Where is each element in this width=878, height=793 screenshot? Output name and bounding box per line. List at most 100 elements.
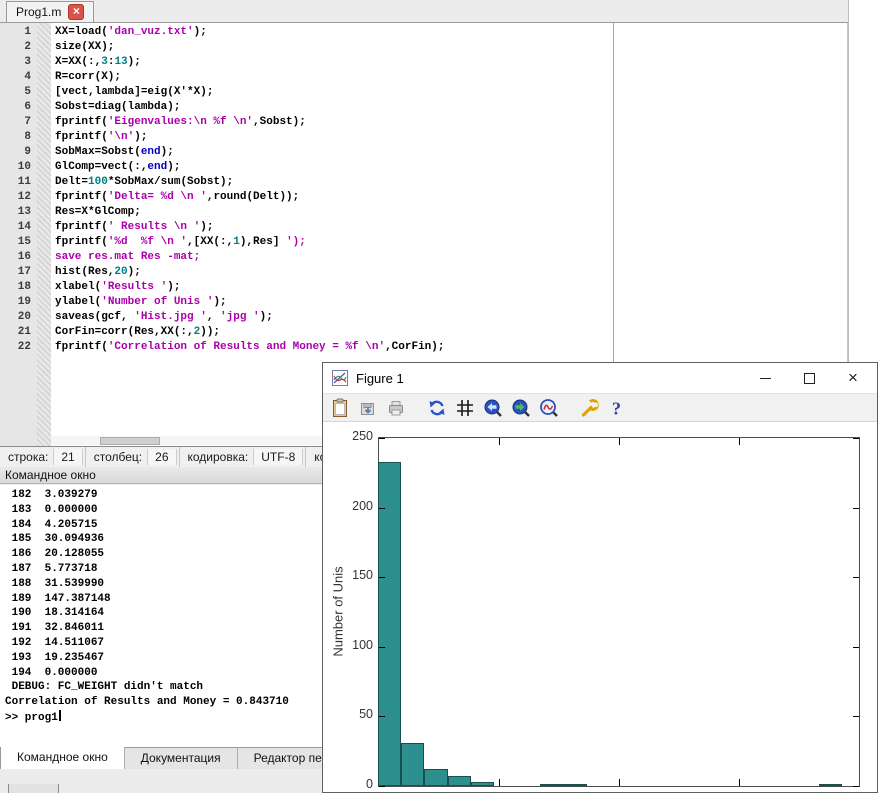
code-token: 'jpg ' bbox=[220, 311, 260, 323]
code-token: ); bbox=[260, 311, 273, 323]
save-figure-icon[interactable] bbox=[358, 398, 378, 418]
code-token: 20 bbox=[114, 266, 127, 278]
code-token: SobMax=Sobst( bbox=[55, 146, 141, 158]
line-number: 2 bbox=[0, 40, 37, 55]
panel-tab-2[interactable]: Документация bbox=[125, 748, 238, 770]
code-token: ); bbox=[213, 296, 226, 308]
grid-icon[interactable] bbox=[455, 398, 475, 418]
code-token: ); bbox=[161, 146, 174, 158]
help-icon[interactable]: ? bbox=[608, 398, 628, 418]
y-axis-tick bbox=[853, 508, 859, 509]
line-number: 19 bbox=[0, 295, 37, 310]
code-token: ); bbox=[134, 131, 147, 143]
code-token: CorFin=corr(Res,XX(:, bbox=[55, 326, 194, 338]
code-token: 'dan_vuz.txt' bbox=[108, 26, 194, 38]
x-axis-tick bbox=[619, 438, 620, 445]
editor-tab-bar: Prog1.m × bbox=[0, 0, 848, 23]
code-token: 'Delta= %d \n ' bbox=[108, 191, 207, 203]
zoom-reset-icon[interactable] bbox=[539, 398, 559, 418]
code-line: Res=X*GlComp; bbox=[55, 205, 611, 220]
resize-grip bbox=[8, 784, 59, 793]
status-label: столбец: bbox=[94, 450, 142, 464]
maximize-icon bbox=[804, 373, 815, 384]
print-icon[interactable] bbox=[386, 398, 406, 418]
histogram-bar bbox=[448, 776, 471, 786]
status-label: строка: bbox=[8, 450, 48, 464]
y-axis-tick bbox=[853, 438, 859, 439]
y-tick-label: 250 bbox=[337, 429, 373, 443]
code-token: X=XX(:, bbox=[55, 56, 101, 68]
code-line: hist(Res,20); bbox=[55, 265, 611, 280]
zoom-in-icon[interactable] bbox=[511, 398, 531, 418]
code-line: save res.mat Res -mat; bbox=[55, 250, 611, 265]
y-axis-tick bbox=[379, 786, 385, 787]
zoom-out-icon[interactable] bbox=[483, 398, 503, 418]
close-icon: × bbox=[848, 368, 858, 388]
line-number: 21 bbox=[0, 325, 37, 340]
text-cursor bbox=[59, 710, 61, 721]
code-token: R=corr(X); bbox=[55, 71, 121, 83]
code-token: end bbox=[141, 146, 161, 158]
code-token: ); bbox=[128, 56, 141, 68]
minimize-icon bbox=[760, 378, 771, 379]
status-value: 26 bbox=[147, 449, 176, 465]
y-axis-tick bbox=[853, 647, 859, 648]
code-token: fprintf( bbox=[55, 131, 108, 143]
code-token: fprintf( bbox=[55, 341, 108, 353]
code-token: GlComp=vect(:, bbox=[55, 161, 147, 173]
status-value: UTF-8 bbox=[253, 449, 303, 465]
code-line: fprintf(' Results \n '); bbox=[55, 220, 611, 235]
refresh-icon[interactable] bbox=[427, 398, 447, 418]
code-line: GlComp=vect(:,end); bbox=[55, 160, 611, 175]
tools-wrench-icon[interactable] bbox=[580, 398, 600, 418]
y-tick-label: 200 bbox=[337, 499, 373, 513]
figure-toolbar: ? bbox=[323, 393, 877, 422]
code-token: ); bbox=[128, 266, 141, 278]
code-token: ' Results \n ' bbox=[108, 221, 200, 233]
y-axis-tick bbox=[853, 786, 859, 787]
close-button[interactable]: × bbox=[831, 363, 875, 393]
line-number: 15 bbox=[0, 235, 37, 250]
code-line: fprintf('Correlation of Results and Mone… bbox=[55, 340, 611, 355]
y-axis-tick bbox=[853, 716, 859, 717]
figure-app-icon bbox=[332, 370, 348, 386]
code-line: fprintf('Delta= %d \n ',round(Delt)); bbox=[55, 190, 611, 205]
code-token: )); bbox=[200, 326, 220, 338]
figure-title: Figure 1 bbox=[356, 371, 404, 386]
clipboard-icon[interactable] bbox=[330, 398, 350, 418]
y-axis-tick bbox=[853, 577, 859, 578]
y-axis-tick bbox=[379, 647, 385, 648]
code-token: fprintf( bbox=[55, 191, 108, 203]
code-token: *SobMax/sum(Sobst); bbox=[108, 176, 233, 188]
line-number: 16 bbox=[0, 250, 37, 265]
code-token: end bbox=[147, 161, 167, 173]
figure-titlebar[interactable]: Figure 1 × bbox=[323, 363, 877, 393]
code-line: fprintf('\n'); bbox=[55, 130, 611, 145]
code-line: XX=load('dan_vuz.txt'); bbox=[55, 25, 611, 40]
maximize-button[interactable] bbox=[787, 363, 831, 393]
code-token: 13 bbox=[114, 56, 127, 68]
tab-prog1[interactable]: Prog1.m × bbox=[6, 1, 94, 22]
code-line: fprintf('%d %f \n ',[XX(:,1),Res] '); bbox=[55, 235, 611, 250]
code-token: ,CorFin); bbox=[385, 341, 444, 353]
line-number: 11 bbox=[0, 175, 37, 190]
close-tab-icon[interactable]: × bbox=[68, 4, 84, 20]
x-axis-tick bbox=[739, 779, 740, 786]
code-token: ); bbox=[194, 26, 207, 38]
minimize-button[interactable] bbox=[743, 363, 787, 393]
panel-tab-1[interactable]: Командное окно bbox=[0, 747, 125, 770]
figure-plot-canvas[interactable]: 050100150200250 Number of Unis bbox=[323, 423, 877, 792]
code-line: [vect,lambda]=eig(X'*X); bbox=[55, 85, 611, 100]
code-token: '\n' bbox=[108, 131, 134, 143]
line-number: 20 bbox=[0, 310, 37, 325]
code-token: saveas(gcf, bbox=[55, 311, 134, 323]
line-number: 3 bbox=[0, 55, 37, 70]
code-token: [vect,lambda]=eig(X'*X); bbox=[55, 86, 213, 98]
code-line: saveas(gcf, 'Hist.jpg ', 'jpg '); bbox=[55, 310, 611, 325]
code-token: ,round(Delt)); bbox=[207, 191, 299, 203]
line-number: 18 bbox=[0, 280, 37, 295]
code-token: 'Eigenvalues:\n %f \n' bbox=[108, 116, 253, 128]
y-tick-label: 0 bbox=[337, 777, 373, 791]
hscrollbar-thumb[interactable] bbox=[100, 437, 160, 445]
breakpoint-margin[interactable] bbox=[37, 23, 51, 446]
